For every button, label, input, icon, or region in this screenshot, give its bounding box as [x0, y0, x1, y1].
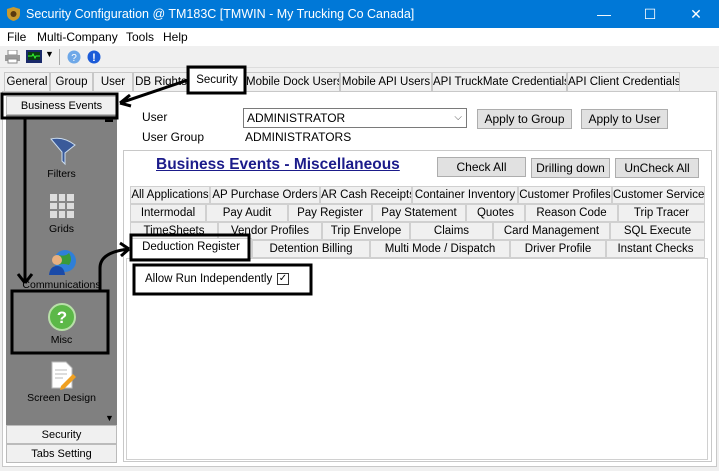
- sidebar-tabs-setting-button[interactable]: Tabs Setting: [6, 444, 117, 463]
- sidebar-item-label: Grids: [48, 223, 75, 235]
- check-all-button[interactable]: Check All: [437, 157, 526, 177]
- help-icon[interactable]: ?: [67, 50, 81, 64]
- sidebar-item-communications[interactable]: Communications: [6, 247, 117, 291]
- minimize-button[interactable]: —: [581, 0, 627, 28]
- apply-to-group-button[interactable]: Apply to Group: [477, 109, 572, 129]
- inner-tab-all-applications[interactable]: All Applications: [130, 186, 210, 204]
- tab-general[interactable]: General: [4, 72, 50, 91]
- monitor-icon[interactable]: [26, 50, 42, 63]
- deduction-register-tab-content: [126, 258, 708, 460]
- inner-tab-intermodal[interactable]: Intermodal: [130, 204, 206, 222]
- inner-tab-multi-mode-dispatch[interactable]: Multi Mode / Dispatch: [370, 240, 510, 258]
- tab-mobile-api-users[interactable]: Mobile API Users: [340, 72, 432, 91]
- inner-tab-ap-purchase-orders[interactable]: AP Purchase Orders: [210, 186, 320, 204]
- svg-text:?: ?: [71, 53, 77, 64]
- menu-bar: File Multi-Company Tools Help: [0, 28, 719, 46]
- user-group-label: User Group: [142, 130, 205, 144]
- info-icon[interactable]: !: [87, 50, 101, 64]
- scroll-up-icon[interactable]: ▬: [105, 115, 113, 124]
- chevron-down-icon[interactable]: ⌵: [454, 109, 462, 127]
- tab-group[interactable]: Group: [50, 72, 93, 91]
- app-shield-icon: [7, 7, 20, 21]
- inner-tab-deduction-register[interactable]: Deduction Register: [130, 238, 252, 259]
- dropdown-arrow-icon[interactable]: ▼: [45, 49, 54, 59]
- sidebar-item-label: Misc: [50, 334, 73, 346]
- sidebar-item-misc[interactable]: ? Misc: [6, 302, 117, 346]
- user-group-value: ADMINISTRATORS: [245, 130, 352, 144]
- user-label: User: [142, 110, 168, 124]
- inner-tab-container-inventory[interactable]: Container Inventory: [412, 186, 518, 204]
- tab-db-rights[interactable]: DB Rights: [133, 72, 189, 91]
- sidebar-item-label: Filters: [47, 168, 76, 180]
- toolbar: ▼ ? !: [0, 46, 719, 68]
- inner-tab-customer-service[interactable]: Customer Service: [612, 186, 705, 204]
- tab-security[interactable]: Security: [189, 68, 245, 92]
- tab-user[interactable]: User: [93, 72, 133, 91]
- inner-tab-driver-profile[interactable]: Driver Profile: [510, 240, 606, 258]
- uncheck-all-button[interactable]: UnCheck All: [615, 158, 699, 178]
- question-icon: ?: [47, 303, 76, 331]
- inner-tab-reason-code[interactable]: Reason Code: [525, 204, 618, 222]
- printer-icon[interactable]: [5, 50, 20, 64]
- inner-tab-sql-execute[interactable]: SQL Execute: [610, 222, 705, 240]
- tab-api-truckmate-credentials[interactable]: API TruckMate Credentials: [432, 72, 567, 91]
- sidebar-item-label: Screen Design: [27, 392, 96, 404]
- sidebar-item-screen-design[interactable]: Screen Design: [6, 360, 117, 404]
- globe-user-icon: [48, 250, 76, 275]
- apply-to-user-button[interactable]: Apply to User: [581, 109, 668, 129]
- document-pencil-icon: [51, 361, 76, 390]
- inner-tab-instant-checks[interactable]: Instant Checks: [606, 240, 705, 258]
- sidebar-item-label: Communications: [22, 279, 101, 291]
- menu-multi-company[interactable]: Multi-Company: [37, 30, 118, 44]
- sidebar-item-grids[interactable]: Grids: [6, 191, 117, 235]
- window-title: Security Configuration @ TM183C [TMWIN -…: [26, 7, 415, 21]
- drilling-down-button[interactable]: Drilling down: [531, 158, 610, 178]
- close-button[interactable]: ✕: [673, 0, 719, 28]
- inner-tab-detention-billing[interactable]: Detention Billing: [252, 240, 370, 258]
- inner-tab-pay-statement[interactable]: Pay Statement: [372, 204, 466, 222]
- inner-tab-ar-cash-receipts[interactable]: AR Cash Receipts: [320, 186, 412, 204]
- svg-text:!: !: [92, 52, 96, 64]
- inner-tab-trip-envelope[interactable]: Trip Envelope: [322, 222, 410, 240]
- panel-title: Business Events - Miscellaneous: [156, 156, 400, 173]
- inner-tab-card-management[interactable]: Card Management: [493, 222, 610, 240]
- sidebar-item-filters[interactable]: Filters: [6, 136, 117, 180]
- menu-help[interactable]: Help: [163, 30, 188, 44]
- allow-run-independently-checkbox[interactable]: ✓: [277, 273, 289, 285]
- sidebar-business-events-button[interactable]: Business Events: [6, 96, 117, 115]
- menu-file[interactable]: File: [7, 30, 26, 44]
- tab-api-client-credentials[interactable]: API Client Credentials: [567, 72, 680, 91]
- svg-text:?: ?: [56, 308, 66, 327]
- inner-tab-pay-audit[interactable]: Pay Audit: [206, 204, 288, 222]
- tab-mobile-dock-users[interactable]: Mobile Dock Users: [245, 72, 340, 91]
- user-combobox[interactable]: ADMINISTRATOR ⌵: [243, 108, 467, 128]
- grid-icon: [49, 194, 74, 218]
- inner-tab-claims[interactable]: Claims: [410, 222, 493, 240]
- allow-run-independently-label: Allow Run Independently: [145, 273, 273, 285]
- inner-tab-pay-register[interactable]: Pay Register: [288, 204, 372, 222]
- funnel-icon: [49, 137, 76, 166]
- maximize-button[interactable]: ☐: [627, 0, 673, 28]
- sidebar-security-button[interactable]: Security: [6, 425, 117, 444]
- scroll-down-icon[interactable]: ▼: [105, 413, 114, 423]
- toolbar-divider: [59, 49, 60, 65]
- user-value: ADMINISTRATOR: [247, 111, 346, 125]
- title-bar: Security Configuration @ TM183C [TMWIN -…: [0, 0, 719, 28]
- inner-tab-quotes[interactable]: Quotes: [466, 204, 525, 222]
- menu-tools[interactable]: Tools: [126, 30, 154, 44]
- inner-tab-customer-profiles[interactable]: Customer Profiles: [518, 186, 612, 204]
- inner-tab-trip-tracer[interactable]: Trip Tracer: [618, 204, 705, 222]
